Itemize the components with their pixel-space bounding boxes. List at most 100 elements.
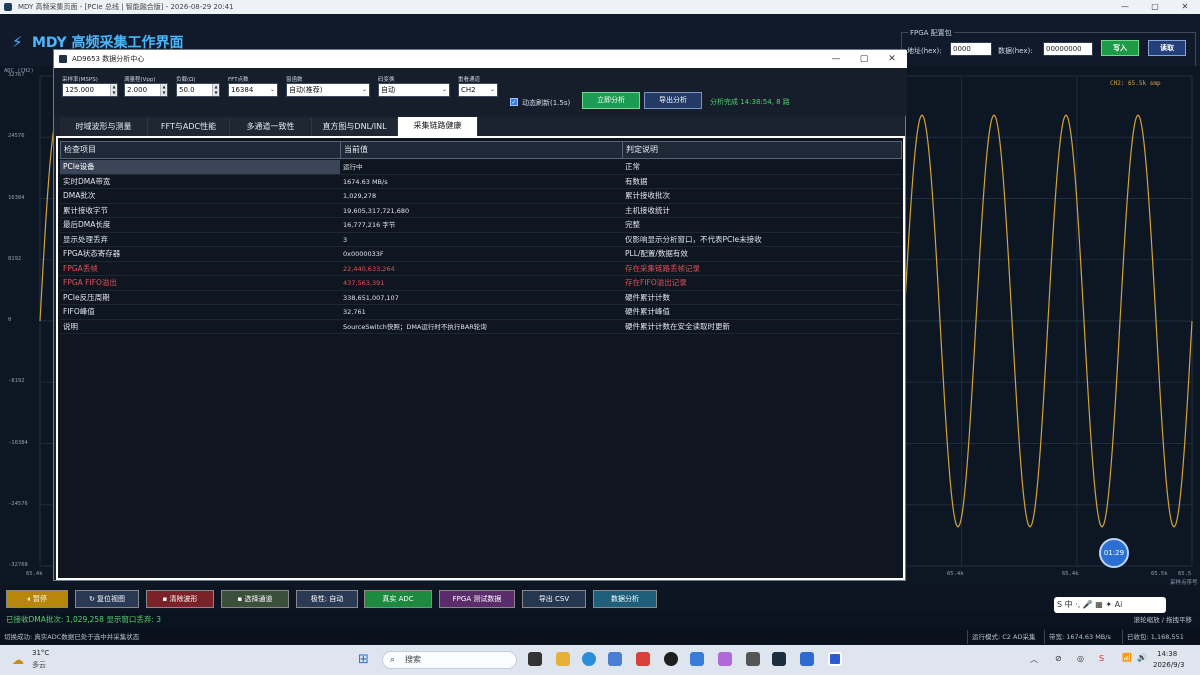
table-row[interactable]: 实时DMA带宽 1674.63 MB/s 有数据 — [60, 175, 902, 189]
param-field[interactable]: 自动(推荐) ⌄ — [286, 83, 370, 97]
app-icon-3[interactable] — [746, 652, 760, 666]
spinner-arrows-icon[interactable]: ▲ ▼ — [212, 84, 219, 96]
cell-value: 3 — [343, 235, 348, 244]
app-icon-active[interactable] — [828, 652, 842, 666]
spinner-arrows-icon[interactable]: ▲ ▼ — [160, 84, 167, 96]
toolbar-button[interactable]: FPGA 测试数据 — [439, 590, 515, 608]
param-field[interactable]: 自动 ⌄ — [378, 83, 450, 97]
dialog-close-button[interactable]: ✕ — [878, 50, 906, 68]
cell-verdict: 完整 — [625, 220, 640, 229]
toolbar-button[interactable]: 极性: 自动 — [296, 590, 358, 608]
toolbar-button[interactable]: 真实 ADC — [364, 590, 432, 608]
table-row[interactable]: 最后DMA长度 16,777,216 字节 完整 — [60, 218, 902, 233]
taskbar-date[interactable]: 2026/9/3 — [1153, 661, 1184, 669]
read-button[interactable]: 读取 — [1148, 40, 1186, 56]
tray-chevron-icon[interactable]: ︿ — [1030, 654, 1038, 665]
tray-icon-2[interactable]: ◎ — [1077, 654, 1084, 663]
window-maximize-button[interactable]: ▢ — [1140, 0, 1170, 14]
chat-icon[interactable] — [664, 652, 678, 666]
column-header-value[interactable]: 当前值 — [341, 142, 623, 158]
zoom-hint: 滚轮缩放 / 拖拽平移 — [1133, 616, 1192, 624]
param-field[interactable]: 2.000 ▲ ▼ — [124, 83, 168, 97]
table-row[interactable]: FPGA状态寄存器 0x0000033F PLL/配置/数据有效 — [60, 247, 902, 262]
store-icon[interactable] — [608, 652, 622, 666]
edge-icon[interactable] — [582, 652, 596, 666]
table-row[interactable]: PCIe设备 运行中 正常 — [60, 160, 902, 175]
toolbar-button[interactable]: ▪ 清除波形 — [146, 590, 214, 608]
data-label: 数据(hex): — [998, 47, 1033, 55]
analysis-tab[interactable]: 多通道一致性 — [230, 118, 312, 136]
cell-item: 累计接收字节 — [63, 205, 108, 215]
write-button[interactable]: 写入 — [1101, 40, 1139, 56]
chevron-down-icon[interactable]: ⌄ — [442, 84, 447, 96]
dialog-minimize-button[interactable]: — — [822, 50, 850, 68]
taskbar-time[interactable]: 14:38 — [1157, 650, 1177, 658]
param-field[interactable]: 125.000 ▲ ▼ — [62, 83, 118, 97]
table-row[interactable]: DMA批次 1,029,278 累计接收批次 — [60, 189, 902, 204]
ime-toolbar[interactable]: S 中 ·, 🎤 ▦ ✦ Ai — [1054, 597, 1166, 613]
tray-ime-icon[interactable]: S — [1099, 654, 1104, 663]
task-view-icon[interactable] — [528, 652, 542, 666]
analysis-tab[interactable]: 采集链路健康 — [398, 117, 478, 136]
app-icon-5[interactable] — [800, 652, 814, 666]
toolbar-button[interactable]: 数据分析 — [593, 590, 657, 608]
spinner-arrows-icon[interactable]: ▲ ▼ — [110, 84, 117, 96]
os-taskbar: ☁ 31°C 多云 ⊞ ⌕ 搜索 ︿ ⊘ ◎ S 📶 🔊 14:38 2026/… — [0, 645, 1200, 675]
app-icon-4[interactable] — [772, 652, 786, 666]
table-row[interactable]: FPGA FIFO溢出 437,563,391 存在FIFO溢出记录 — [60, 276, 902, 291]
chevron-down-icon[interactable]: ⌄ — [270, 84, 275, 96]
floating-timer[interactable]: 01:29 — [1099, 538, 1129, 568]
param-field[interactable]: 16384 ⌄ — [228, 83, 278, 97]
status-bandwidth: 带宽: 1674.63 MB/s — [1044, 630, 1111, 644]
taskbar-search[interactable]: ⌕ 搜索 — [382, 651, 517, 669]
toolbar-button[interactable]: ▪ 选择通道 — [221, 590, 289, 608]
table-header: 检查项目 当前值 判定说明 — [60, 141, 902, 159]
file-explorer-icon[interactable] — [556, 652, 570, 666]
wps-icon[interactable] — [636, 652, 650, 666]
toolbar-button[interactable]: ⏸ 暂停 — [6, 590, 68, 608]
table-row[interactable]: 累计接收字节 19,605,317,721,680 主机接收统计 — [60, 204, 902, 218]
cell-item: FPGA状态寄存器 — [63, 249, 121, 258]
table-row[interactable]: FPGA丢帧 22,440,633,264 存在采集链路丢帧记录 — [60, 262, 902, 276]
window-title: MDY 高频采集页面 - [PCIe 总线 | 智能融合版] - 2026-08… — [18, 3, 234, 11]
table-row[interactable]: FIFO峰值 32,761 硬件累计峰值 — [60, 305, 902, 320]
window-close-button[interactable]: ✕ — [1170, 0, 1200, 14]
analysis-tab[interactable]: FFT与ADC性能 — [148, 118, 230, 136]
start-icon[interactable]: ⊞ — [358, 652, 369, 667]
chevron-down-icon[interactable]: ⌄ — [490, 84, 495, 96]
y-tick-label: 32767 — [8, 72, 25, 78]
toolbar-button[interactable]: ↻ 复位视图 — [75, 590, 139, 608]
param-label: FFT点数 — [228, 77, 249, 83]
analysis-tab[interactable]: 时域波形与测量 — [60, 118, 148, 136]
column-header-item[interactable]: 检查项目 — [61, 142, 341, 158]
table-row[interactable]: PCIe反压周期 338,651,007,107 硬件累计计数 — [60, 291, 902, 305]
chevron-down-icon[interactable]: ⌄ — [362, 84, 367, 96]
table-row[interactable]: 说明 SourceSwitch快照；DMA运行时不执行BAR轮询 硬件累计计数在安全… — [60, 320, 902, 334]
column-header-verdict[interactable]: 判定说明 — [623, 142, 901, 158]
cell-verdict: 存在FIFO溢出记录 — [625, 278, 687, 287]
x-tick-label: 65.4k — [947, 571, 964, 577]
app-icon-1[interactable] — [690, 652, 704, 666]
weather-temp[interactable]: 31°C — [32, 649, 49, 657]
export-analysis-button[interactable]: 导出分析 — [644, 92, 702, 109]
tray-icon-1[interactable]: ⊘ — [1055, 654, 1062, 663]
data-input[interactable] — [1043, 42, 1093, 56]
address-input[interactable] — [950, 42, 992, 56]
volume-icon[interactable]: 🔊 — [1137, 653, 1147, 662]
toolbar-button[interactable]: 导出 CSV — [522, 590, 586, 608]
app-icon-2[interactable] — [718, 652, 732, 666]
auto-refresh-label: 动态刷新(1.5s) — [522, 99, 571, 107]
x-tick-label: 65.5 — [1178, 571, 1192, 577]
auto-refresh-checkbox[interactable]: ✓ — [510, 98, 518, 106]
param-field[interactable]: 50.0 ▲ ▼ — [176, 83, 220, 97]
dialog-maximize-button[interactable]: ▢ — [850, 50, 878, 68]
cell-item: FPGA丢帧 — [63, 263, 98, 273]
wifi-icon[interactable]: 📶 — [1122, 653, 1132, 662]
analyze-now-button[interactable]: 立即分析 — [582, 92, 640, 109]
analysis-tab[interactable]: 直方图与DNL/INL — [312, 118, 398, 136]
param-field[interactable]: CH2 ⌄ — [458, 83, 498, 97]
weather-desc[interactable]: 多云 — [32, 660, 46, 670]
dialog-title: AD9653 数据分析中心 — [72, 55, 145, 63]
table-row[interactable]: 显示处理丢弃 3 仅影响显示分析窗口，不代表PCIe未接收 — [60, 233, 902, 247]
window-minimize-button[interactable]: — — [1110, 0, 1140, 14]
